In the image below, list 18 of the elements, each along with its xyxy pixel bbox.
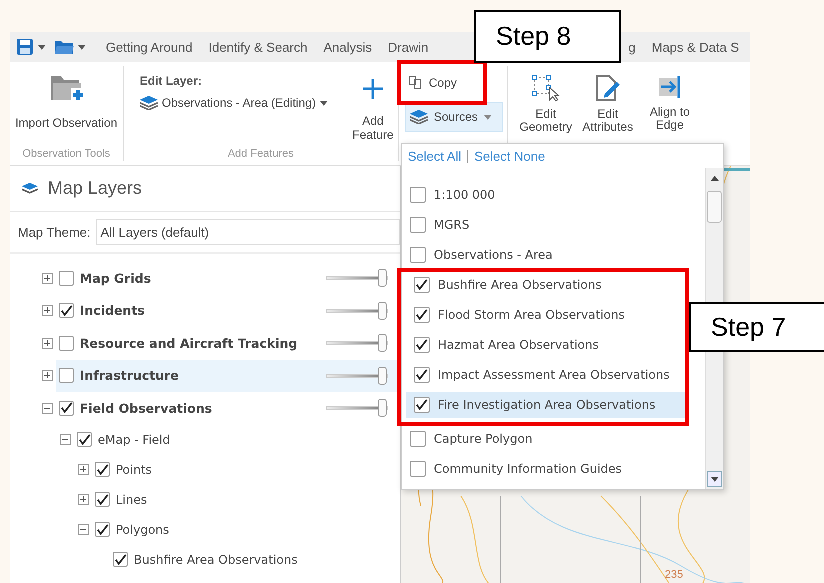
layer-name: Incidents — [80, 303, 145, 318]
step-callout: Step 8 — [474, 10, 621, 63]
layer-name: Map Grids — [80, 270, 152, 286]
layer-name: Resource and Aircraft Tracking — [80, 336, 298, 351]
map-label: 235 — [665, 569, 684, 581]
panel-title: Map Layers — [48, 178, 142, 199]
map-theme-label: Map Theme: — [18, 224, 91, 240]
layer-name: eMap - Field — [98, 432, 170, 446]
layer-name: Lines — [116, 492, 148, 506]
group-label: Add Features — [226, 148, 296, 161]
layer-name: Bushfire Area Observations — [134, 552, 298, 566]
step-callout: Step 7 — [689, 302, 824, 352]
layer-name: Infrastructure — [80, 368, 179, 384]
layer-name: Points — [116, 462, 152, 476]
group-label: Observation Tools — [22, 148, 112, 161]
edit-layer-label: Edit Layer: — [140, 74, 204, 88]
layer-name: Field Observations — [80, 400, 212, 416]
layer-name: Polygons — [116, 522, 170, 536]
